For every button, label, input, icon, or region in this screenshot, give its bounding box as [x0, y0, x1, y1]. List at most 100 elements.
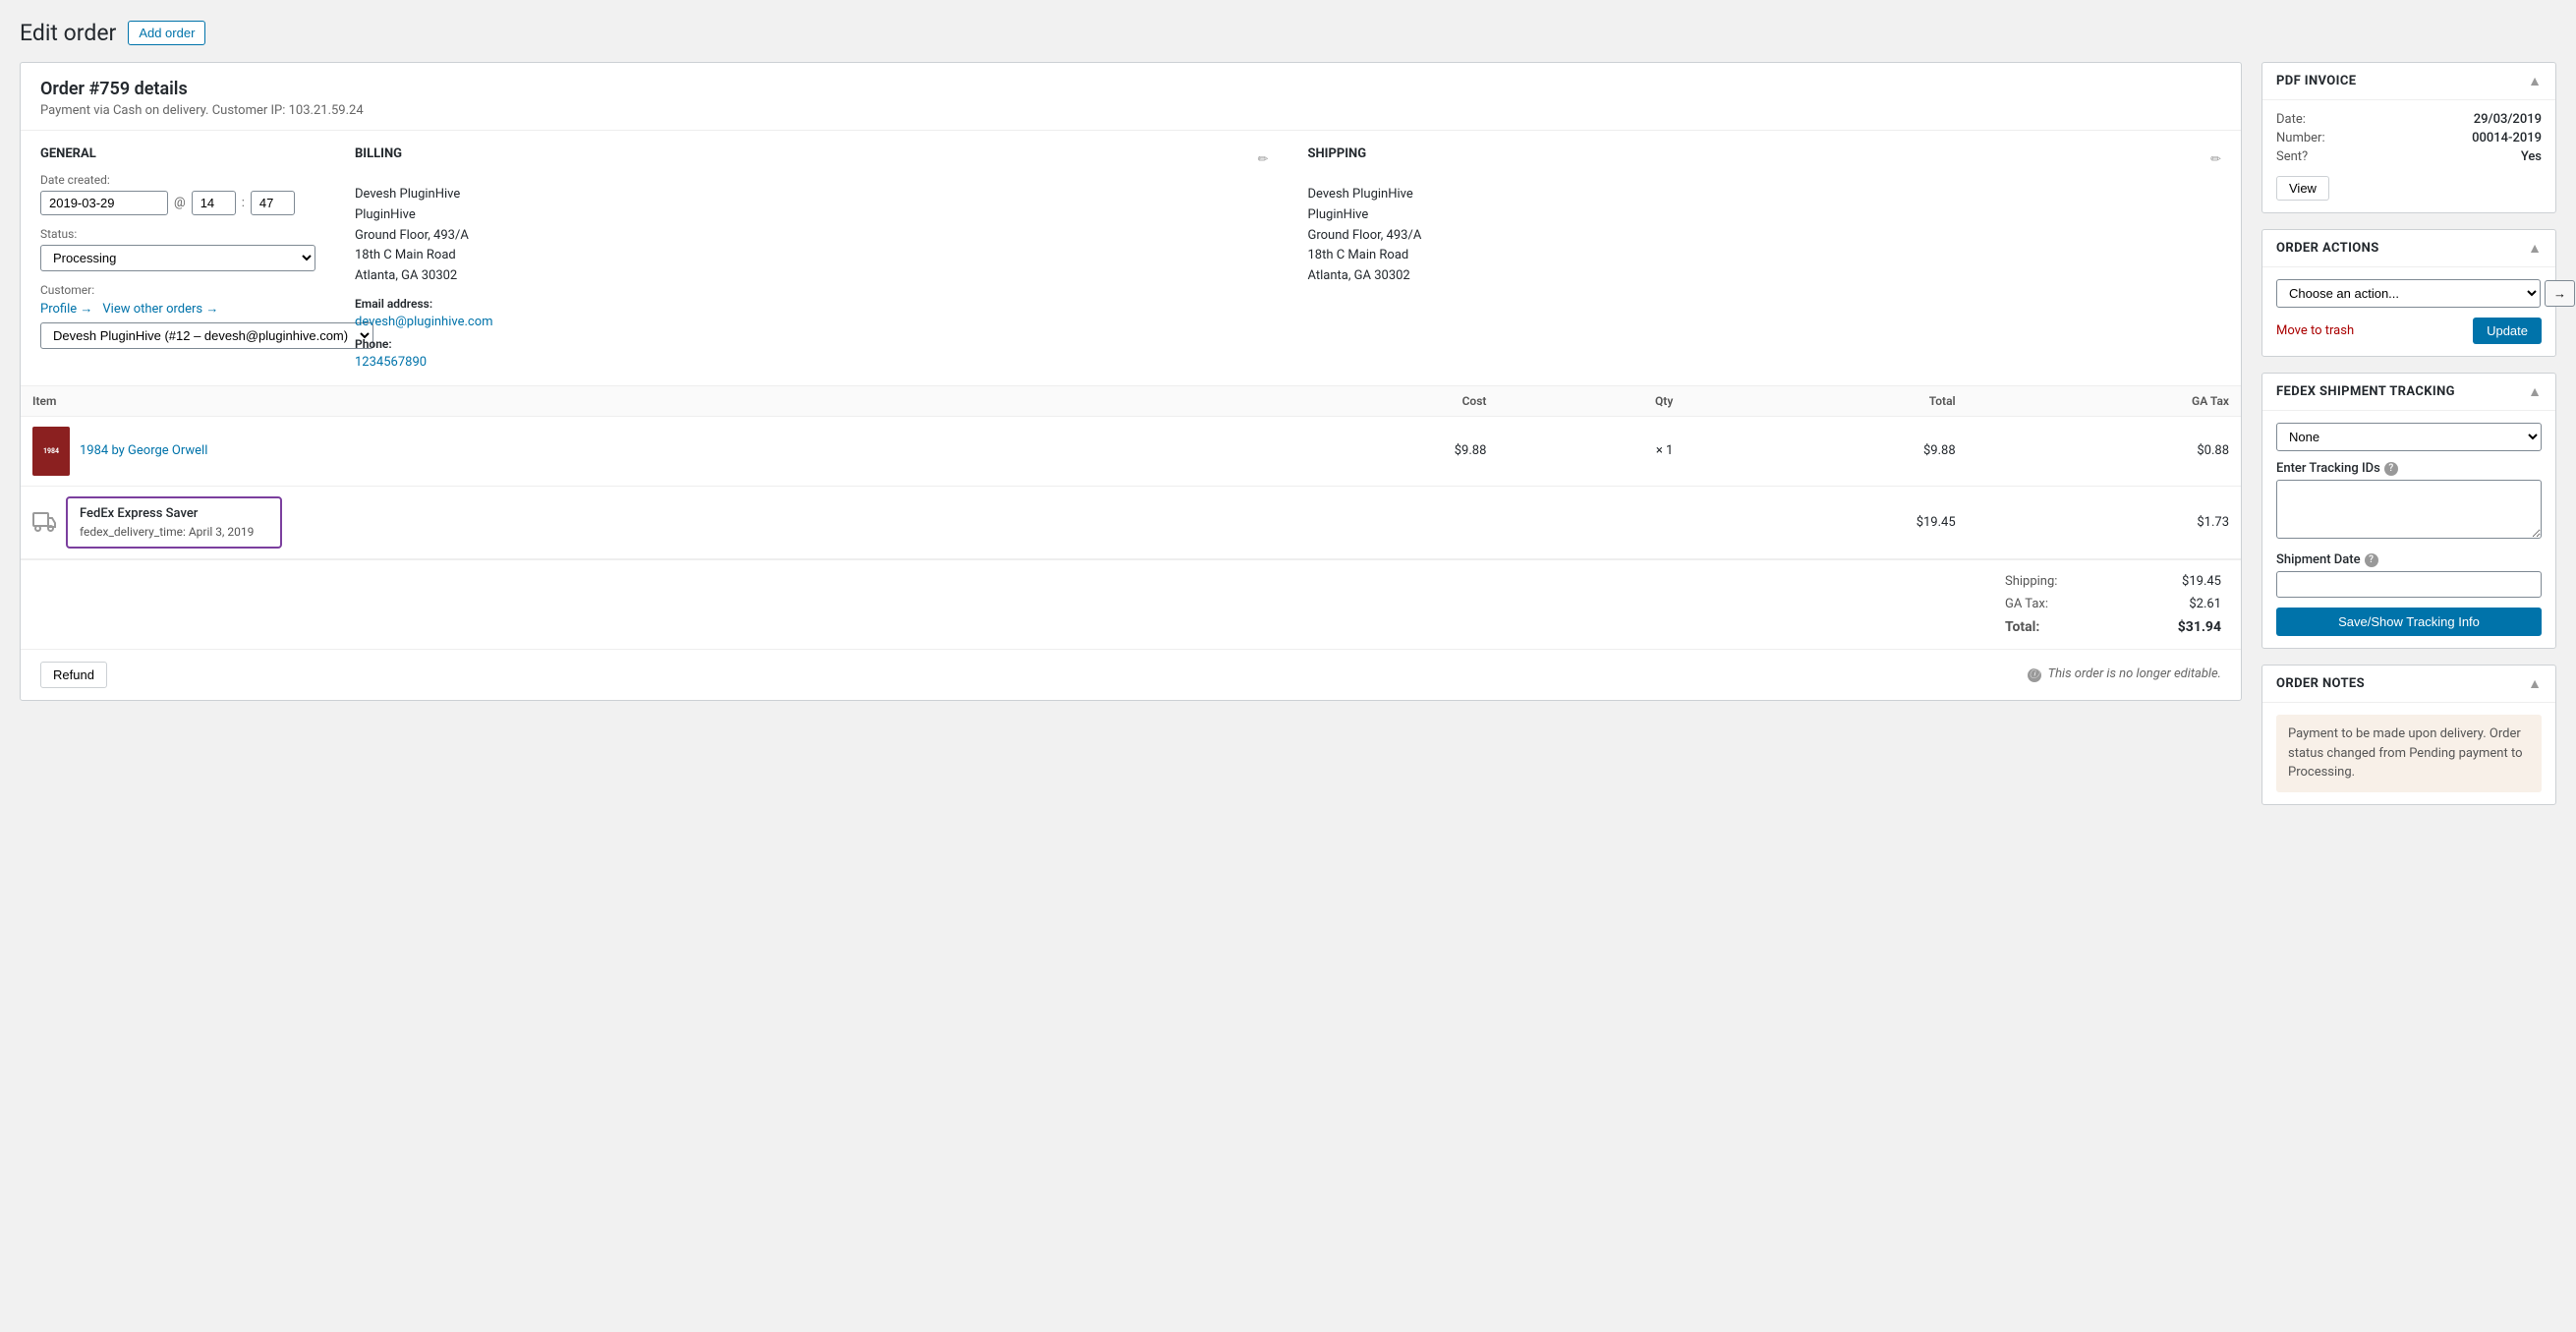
order-notes-header[interactable]: Order notes ▲ [2262, 666, 2555, 703]
col-cost: Cost [1248, 386, 1499, 417]
view-other-orders-link[interactable]: View other orders → [102, 301, 218, 317]
order-heading: Order #759 details [40, 79, 2221, 99]
pdf-view-button[interactable]: View [2276, 176, 2329, 201]
at-symbol: @ [174, 196, 186, 210]
fedex-delivery-meta: fedex_delivery_time: April 3, 2019 [80, 525, 268, 539]
fedex-tracking-chevron: ▲ [2528, 383, 2542, 400]
save-tracking-button[interactable]: Save/Show Tracking Info [2276, 608, 2542, 636]
update-button[interactable]: Update [2473, 318, 2542, 344]
order-actions-header[interactable]: Order actions ▲ [2262, 230, 2555, 267]
fedex-carrier-select[interactable]: None FedEx UPS USPS [2276, 423, 2542, 451]
add-order-button[interactable]: Add order [128, 21, 205, 45]
pdf-sent-label: Sent? [2276, 149, 2308, 164]
general-section-title: General [40, 146, 315, 161]
pdf-invoice-title: PDF Invoice [2276, 74, 2356, 88]
minute-input[interactable] [251, 191, 295, 215]
shipping-cost [1248, 486, 1499, 558]
pdf-date-label: Date: [2276, 112, 2306, 127]
hour-input[interactable] [192, 191, 236, 215]
billing-section: Billing ✏ Devesh PluginHive PluginHive G… [355, 146, 1269, 370]
billing-address1: Ground Floor, 493/A [355, 226, 1269, 247]
order-note-item: Payment to be made upon delivery. Order … [2276, 715, 2542, 792]
shipping-qty [1498, 486, 1685, 558]
grand-total-value: $31.94 [2178, 619, 2221, 635]
not-editable-text: This order is no longer editable. [2048, 666, 2221, 681]
customer-select[interactable]: Devesh PluginHive (#12 – devesh@pluginhi… [40, 322, 373, 349]
billing-company: PluginHive [355, 205, 1269, 226]
help-icon: ⓘ [2028, 668, 2041, 682]
pdf-invoice-widget: PDF Invoice ▲ Date: 29/03/2019 Number: 0… [2261, 62, 2556, 213]
pdf-invoice-header[interactable]: PDF Invoice ▲ [2262, 63, 2555, 100]
product-name-link[interactable]: 1984 by George Orwell [80, 443, 207, 458]
refund-button[interactable]: Refund [40, 662, 107, 688]
shipping-company: PluginHive [1308, 205, 2222, 226]
status-label: Status: [40, 227, 315, 241]
order-actions-title: Order actions [2276, 241, 2379, 256]
billing-phone-label: Phone: [355, 337, 1269, 351]
col-total: Total [1685, 386, 1967, 417]
grand-total-label: Total: [2005, 619, 2039, 635]
ga-tax-value: $2.61 [2189, 597, 2221, 611]
shipping-total: $19.45 [1685, 486, 1967, 558]
fedex-meta-key: fedex_delivery_time: [80, 525, 186, 539]
tracking-ids-textarea[interactable] [2276, 480, 2542, 539]
shipment-date-help-icon: ? [2365, 553, 2378, 567]
fedex-tracking-widget: FedEx Shipment Tracking ▲ None FedEx UPS… [2261, 373, 2556, 649]
date-created-label: Date created: [40, 173, 315, 187]
shipping-name: Devesh PluginHive [1308, 185, 2222, 205]
order-actions-chevron: ▲ [2528, 240, 2542, 257]
shipping-ga-tax: $1.73 [1968, 486, 2241, 558]
product-ga-tax: $0.88 [1968, 416, 2241, 486]
billing-email[interactable]: devesh@pluginhive.com [355, 315, 493, 329]
sidebar: PDF Invoice ▲ Date: 29/03/2019 Number: 0… [2261, 62, 2556, 821]
shipment-date-input[interactable] [2276, 571, 2542, 598]
pdf-number-value: 00014-2019 [2472, 131, 2542, 145]
ga-tax-label: GA Tax: [2005, 597, 2048, 611]
shipping-total-value: $19.45 [2182, 574, 2221, 589]
order-action-go-button[interactable]: → [2545, 280, 2575, 307]
order-items-table-container: Item Cost Qty Total GA Tax [21, 385, 2241, 559]
shipping-edit-icon[interactable]: ✏ [2210, 152, 2221, 167]
billing-section-title: Billing [355, 146, 402, 161]
billing-phone[interactable]: 1234567890 [355, 355, 427, 370]
shipping-section: Shipping ✏ Devesh PluginHive PluginHive … [1308, 146, 2222, 370]
order-notes-title: Order notes [2276, 676, 2365, 691]
shipping-method-cell: FedEx Express Saver fedex_delivery_time:… [32, 496, 1236, 549]
move-to-trash-link[interactable]: Move to trash [2276, 323, 2354, 338]
billing-email-label: Email address: [355, 297, 1269, 311]
date-input[interactable] [40, 191, 168, 215]
col-qty: Qty [1498, 386, 1685, 417]
profile-link[interactable]: Profile → [40, 301, 92, 317]
not-editable-note: ⓘ This order is no longer editable. [2028, 666, 2221, 682]
product-cell: 1984 1984 by George Orwell [32, 427, 1236, 476]
shipping-section-title: Shipping [1308, 146, 1367, 161]
fedex-tracking-header[interactable]: FedEx Shipment Tracking ▲ [2262, 374, 2555, 411]
product-cost: $9.88 [1248, 416, 1499, 486]
shipment-date-label: Shipment Date ? [2276, 552, 2542, 567]
order-actions-widget: Order actions ▲ Choose an action... Emai… [2261, 229, 2556, 357]
status-select[interactable]: Processing Pending payment On hold Compl… [40, 245, 315, 271]
fedex-service-name: FedEx Express Saver [80, 506, 268, 521]
product-qty: × 1 [1498, 416, 1685, 486]
col-item: Item [21, 386, 1248, 417]
truck-icon [32, 510, 56, 534]
pdf-invoice-body: Date: 29/03/2019 Number: 00014-2019 Sent… [2262, 100, 2555, 212]
shipping-method-row: FedEx Express Saver fedex_delivery_time:… [21, 486, 2241, 558]
order-action-select[interactable]: Choose an action... Email invoice / orde… [2276, 279, 2541, 308]
fedex-shipping-box: FedEx Express Saver fedex_delivery_time:… [66, 496, 282, 549]
table-row: 1984 1984 by George Orwell $9.88 × 1 $9.… [21, 416, 2241, 486]
order-notes-body: Payment to be made upon delivery. Order … [2262, 715, 2555, 792]
order-totals: Shipping: $19.45 GA Tax: $2.61 Total: $3… [21, 559, 2241, 649]
col-ga-tax: GA Tax [1968, 386, 2241, 417]
billing-name: Devesh PluginHive [355, 185, 1269, 205]
shipping-city-state: Atlanta, GA 30302 [1308, 266, 2222, 287]
fedex-meta-value: April 3, 2019 [189, 525, 255, 539]
order-notes-chevron: ▲ [2528, 675, 2542, 692]
billing-edit-icon[interactable]: ✏ [1258, 152, 1269, 167]
page-title: Edit order [20, 20, 116, 46]
pdf-invoice-chevron: ▲ [2528, 73, 2542, 89]
tracking-ids-help-icon: ? [2384, 462, 2398, 476]
product-thumbnail: 1984 [32, 427, 70, 476]
tracking-ids-label: Enter Tracking IDs ? [2276, 461, 2542, 476]
customer-label: Customer: [40, 283, 315, 297]
